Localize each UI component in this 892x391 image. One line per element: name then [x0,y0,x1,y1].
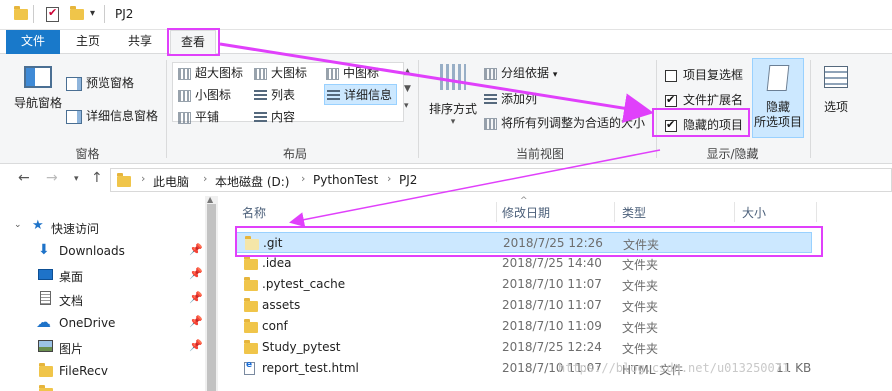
annotation-arrow-1 [219,42,654,124]
annotation-arrow-2 [289,149,661,228]
annotation-arrows [219,42,661,228]
